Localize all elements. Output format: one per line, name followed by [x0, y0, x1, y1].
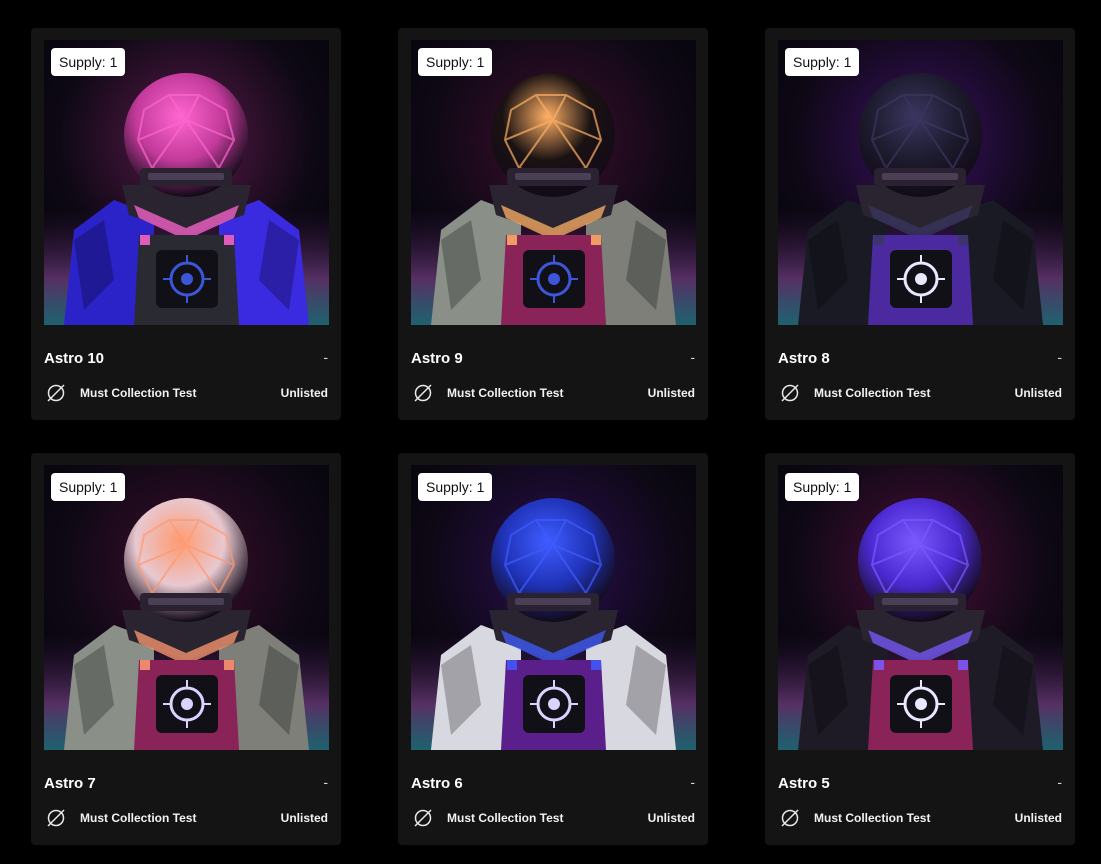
nft-title[interactable]: Astro 8 — [778, 350, 830, 368]
listing-status: Unlisted — [1014, 386, 1062, 400]
nft-price: - — [323, 774, 328, 790]
collection-name[interactable]: Must Collection Test — [80, 386, 281, 400]
listing-status: Unlisted — [647, 811, 695, 825]
nft-image[interactable]: Supply: 1 — [44, 40, 329, 325]
nft-card[interactable]: Supply: 1 Astro 9 - Must Collection Test… — [398, 28, 708, 420]
nft-meta-row: Must Collection Test Unlisted — [45, 807, 328, 829]
nft-meta-row: Must Collection Test Unlisted — [779, 382, 1062, 404]
listing-status: Unlisted — [647, 386, 695, 400]
nft-grid: Supply: 1 Astro 10 - Must Collection Tes… — [0, 0, 1101, 864]
nft-card[interactable]: Supply: 1 Astro 7 - Must Collection Test… — [31, 453, 341, 845]
nft-title[interactable]: Astro 10 — [44, 350, 104, 368]
astronaut-artwork — [44, 465, 329, 750]
nft-title[interactable]: Astro 7 — [44, 775, 96, 793]
listing-status: Unlisted — [1014, 811, 1062, 825]
nft-card[interactable]: Supply: 1 Astro 8 - Must Collection Test… — [765, 28, 1075, 420]
nft-price: - — [690, 774, 695, 790]
collection-icon — [414, 384, 432, 402]
nft-card[interactable]: Supply: 1 Astro 6 - Must Collection Test… — [398, 453, 708, 845]
nft-image[interactable]: Supply: 1 — [44, 465, 329, 750]
nft-image[interactable]: Supply: 1 — [411, 40, 696, 325]
collection-name[interactable]: Must Collection Test — [447, 386, 648, 400]
listing-status: Unlisted — [280, 811, 328, 825]
nft-title[interactable]: Astro 5 — [778, 775, 830, 793]
collection-icon — [781, 384, 799, 402]
nft-title[interactable]: Astro 6 — [411, 775, 463, 793]
collection-name[interactable]: Must Collection Test — [814, 386, 1015, 400]
supply-badge: Supply: 1 — [785, 473, 860, 501]
nft-meta-row: Must Collection Test Unlisted — [412, 807, 695, 829]
nft-price: - — [323, 349, 328, 365]
nft-card[interactable]: Supply: 1 Astro 10 - Must Collection Tes… — [31, 28, 341, 420]
nft-price: - — [690, 349, 695, 365]
collection-name[interactable]: Must Collection Test — [814, 811, 1015, 825]
supply-badge: Supply: 1 — [51, 48, 126, 76]
nft-price: - — [1057, 774, 1062, 790]
astronaut-artwork — [44, 40, 329, 325]
nft-meta-row: Must Collection Test Unlisted — [779, 807, 1062, 829]
nft-image[interactable]: Supply: 1 — [778, 40, 1063, 325]
collection-icon — [781, 809, 799, 827]
nft-meta-row: Must Collection Test Unlisted — [45, 382, 328, 404]
listing-status: Unlisted — [280, 386, 328, 400]
collection-icon — [47, 384, 65, 402]
astronaut-artwork — [778, 40, 1063, 325]
nft-meta-row: Must Collection Test Unlisted — [412, 382, 695, 404]
nft-card[interactable]: Supply: 1 Astro 5 - Must Collection Test… — [765, 453, 1075, 845]
supply-badge: Supply: 1 — [418, 48, 493, 76]
collection-icon — [414, 809, 432, 827]
nft-title[interactable]: Astro 9 — [411, 350, 463, 368]
supply-badge: Supply: 1 — [785, 48, 860, 76]
supply-badge: Supply: 1 — [51, 473, 126, 501]
nft-price: - — [1057, 349, 1062, 365]
astronaut-artwork — [778, 465, 1063, 750]
astronaut-artwork — [411, 40, 696, 325]
nft-image[interactable]: Supply: 1 — [411, 465, 696, 750]
collection-name[interactable]: Must Collection Test — [80, 811, 281, 825]
collection-name[interactable]: Must Collection Test — [447, 811, 648, 825]
supply-badge: Supply: 1 — [418, 473, 493, 501]
nft-image[interactable]: Supply: 1 — [778, 465, 1063, 750]
astronaut-artwork — [411, 465, 696, 750]
collection-icon — [47, 809, 65, 827]
